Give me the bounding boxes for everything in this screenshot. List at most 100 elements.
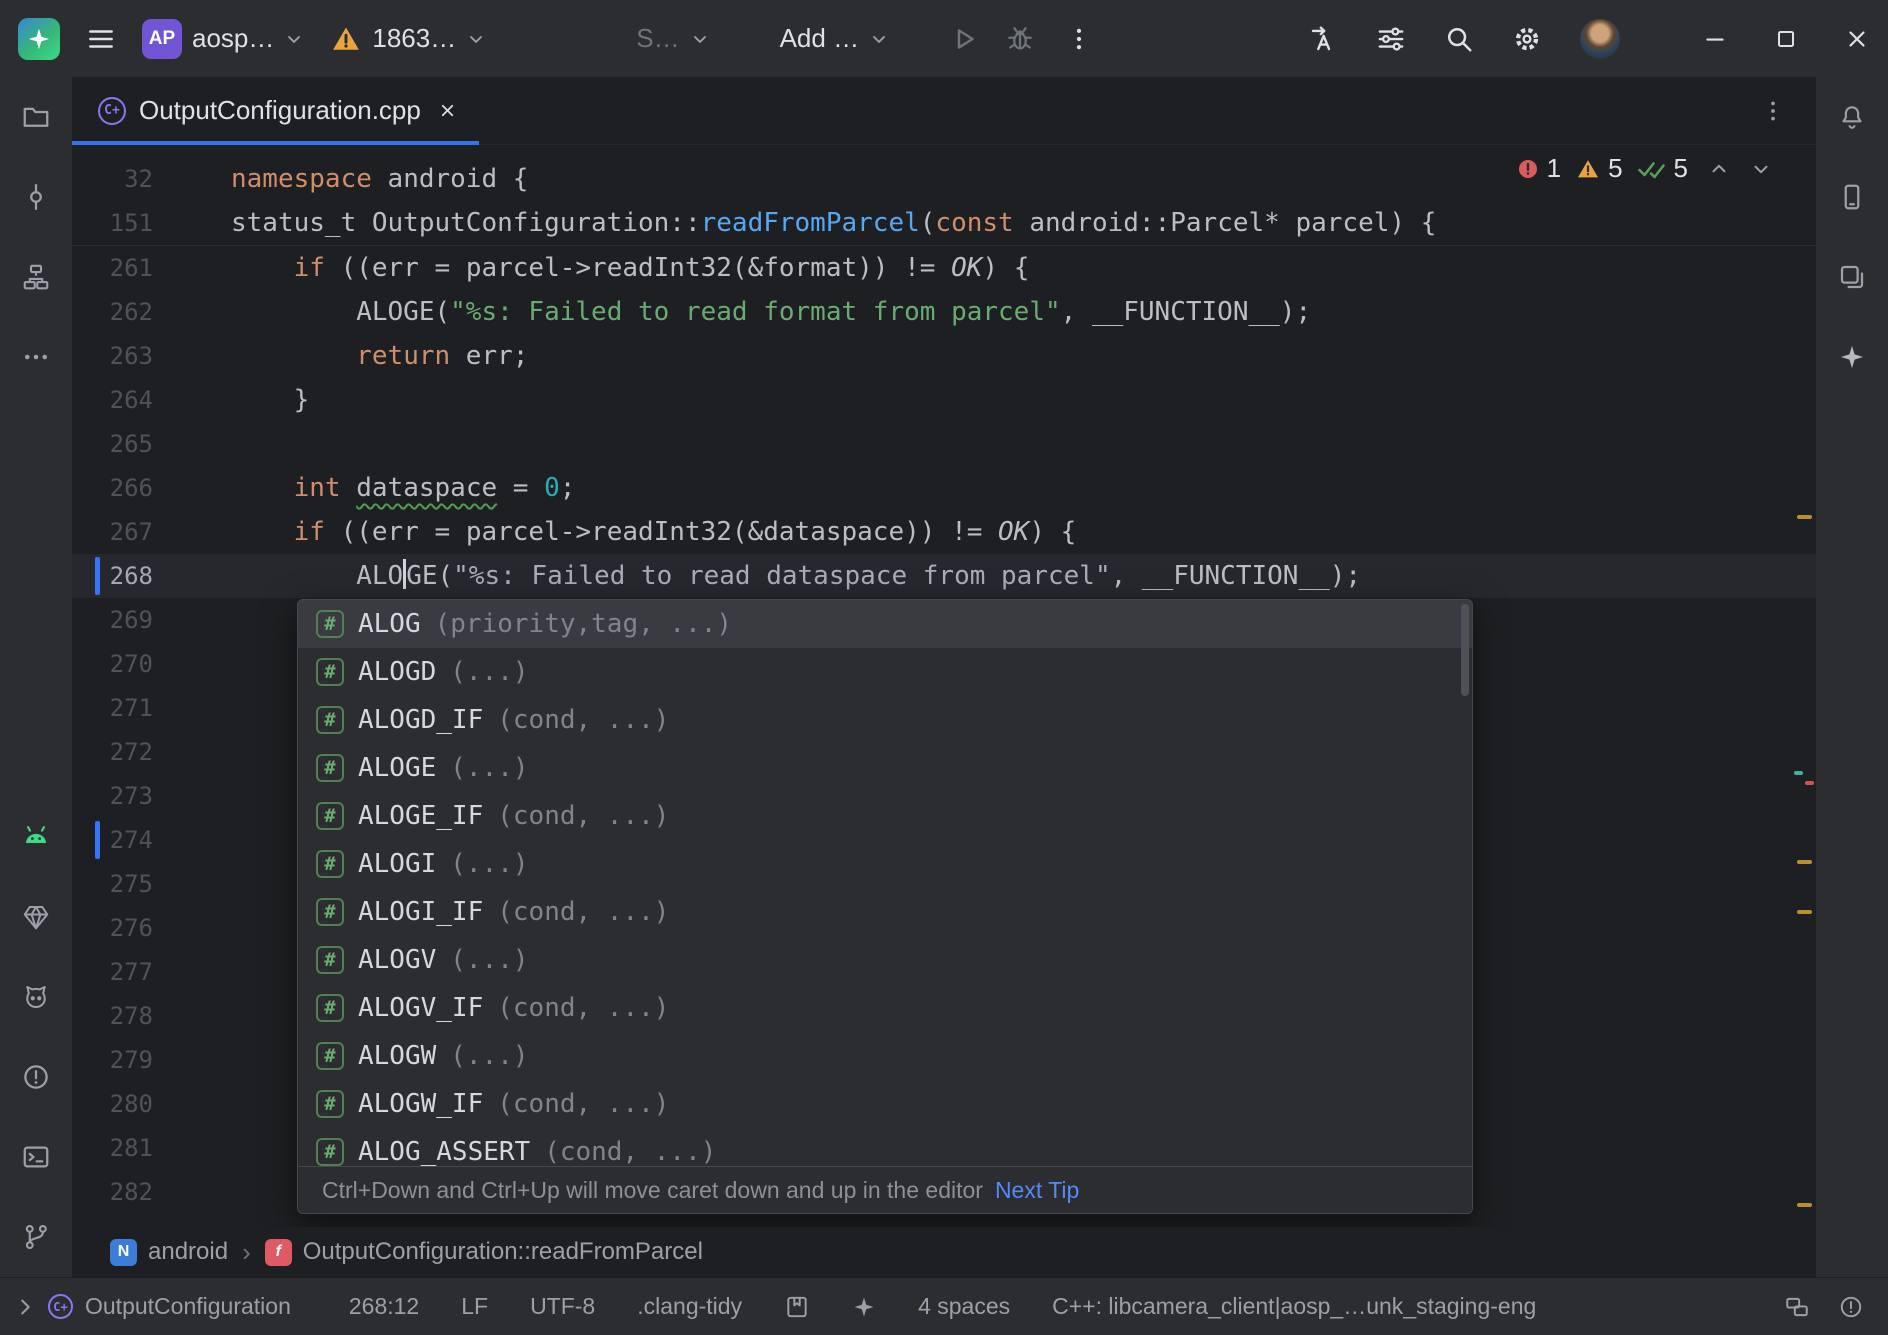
code-line-264[interactable]: 264 } — [72, 378, 1816, 422]
code-line-262[interactable]: 262 ALOGE("%s: Failed to read format fro… — [72, 290, 1816, 334]
code-line-268[interactable]: 268 ALOGE("%s: Failed to read dataspace … — [72, 554, 1816, 598]
gutter[interactable]: 268 — [72, 554, 200, 598]
analysis-mark-warning[interactable] — [1797, 1203, 1812, 1207]
gutter[interactable]: 272 — [72, 730, 200, 774]
vcs-change-marker[interactable] — [95, 821, 100, 859]
gutter[interactable]: 274 — [72, 818, 200, 862]
line-number[interactable]: 278 — [110, 1002, 153, 1030]
gutter[interactable]: 267 — [72, 510, 200, 554]
error-count-badge[interactable]: 1 — [1516, 153, 1561, 184]
code-line-267[interactable]: 267 if ((err = parcel->readInt32(&datasp… — [72, 510, 1816, 554]
passed-count-badge[interactable]: 5 — [1637, 153, 1688, 184]
code-text[interactable] — [200, 686, 231, 730]
analyzer-config[interactable]: .clang-tidy — [637, 1293, 742, 1320]
cat-icon[interactable] — [8, 965, 64, 1029]
next-problem-chevron-down-icon[interactable] — [1750, 158, 1772, 180]
tab-close-icon[interactable] — [438, 101, 457, 120]
problems-widget[interactable]: 1863… — [330, 23, 486, 54]
code-text[interactable] — [200, 994, 231, 1038]
code-text[interactable] — [200, 1082, 231, 1126]
minimize-icon[interactable] — [1702, 26, 1728, 52]
gutter[interactable]: 282 — [72, 1170, 200, 1214]
gutter[interactable]: 273 — [72, 774, 200, 818]
gutter[interactable]: 281 — [72, 1126, 200, 1170]
code-text[interactable] — [200, 774, 231, 818]
code-text[interactable]: ALOGE("%s: Failed to read dataspace from… — [200, 554, 1361, 598]
gutter[interactable]: 277 — [72, 950, 200, 994]
code-text[interactable]: ALOGE("%s: Failed to read format from pa… — [200, 290, 1311, 334]
completion-item-ALOGV[interactable]: #ALOGV(...) — [298, 936, 1472, 984]
line-number[interactable]: 269 — [110, 606, 153, 634]
chevron-right-icon[interactable] — [14, 1296, 36, 1318]
window-layout-icon[interactable] — [1784, 1294, 1810, 1320]
terminal-icon[interactable] — [8, 1125, 64, 1189]
completion-item-ALOGI_IF[interactable]: #ALOGI_IF(cond, ...) — [298, 888, 1472, 936]
line-number[interactable]: 282 — [110, 1178, 153, 1206]
code-editor[interactable]: 32namespace android {151status_t OutputC… — [72, 145, 1816, 1227]
ai-sparkle-icon[interactable] — [1824, 325, 1880, 389]
line-number[interactable]: 270 — [110, 650, 153, 678]
completion-item-ALOGD[interactable]: #ALOGD(...) — [298, 648, 1472, 696]
line-ending[interactable]: LF — [461, 1293, 488, 1320]
completion-item-ALOGI[interactable]: #ALOGI(...) — [298, 840, 1472, 888]
code-text[interactable] — [200, 862, 231, 906]
project-selector[interactable]: AP aosp… — [142, 19, 304, 59]
completion-item-ALOGD_IF[interactable]: #ALOGD_IF(cond, ...) — [298, 696, 1472, 744]
code-text[interactable]: status_t OutputConfiguration::readFromPa… — [200, 201, 1436, 245]
completion-item-ALOGW[interactable]: #ALOGW(...) — [298, 1032, 1472, 1080]
gutter[interactable]: 279 — [72, 1038, 200, 1082]
code-text[interactable]: int dataspace = 0; — [200, 466, 575, 510]
code-text[interactable] — [200, 950, 231, 994]
problems-icon[interactable] — [8, 1045, 64, 1109]
gutter[interactable]: 263 — [72, 334, 200, 378]
line-number[interactable]: 151 — [110, 209, 153, 237]
file-encoding[interactable]: UTF-8 — [530, 1293, 595, 1320]
gutter[interactable]: 32 — [72, 157, 200, 201]
breadcrumb-item[interactable]: Nandroid — [110, 1238, 228, 1266]
analysis-mark-warning[interactable] — [1797, 860, 1812, 864]
line-number[interactable]: 281 — [110, 1134, 153, 1162]
line-number[interactable]: 272 — [110, 738, 153, 766]
code-text[interactable] — [200, 1170, 231, 1214]
code-text[interactable] — [200, 730, 231, 774]
code-text[interactable]: if ((err = parcel->readInt32(&format)) !… — [200, 246, 1029, 290]
debug-icon[interactable] — [1005, 24, 1035, 54]
line-number[interactable]: 264 — [110, 386, 153, 414]
completion-item-ALOGV_IF[interactable]: #ALOGV_IF(cond, ...) — [298, 984, 1472, 1032]
maximize-icon[interactable] — [1774, 27, 1798, 51]
gutter[interactable]: 269 — [72, 598, 200, 642]
indent-setting[interactable]: 4 spaces — [918, 1293, 1010, 1320]
run-icon[interactable] — [949, 24, 979, 54]
line-number[interactable]: 32 — [124, 165, 153, 193]
line-number[interactable]: 280 — [110, 1090, 153, 1118]
android-icon[interactable] — [8, 805, 64, 869]
device-manager-icon[interactable] — [1824, 165, 1880, 229]
code-line-266[interactable]: 266 int dataspace = 0; — [72, 466, 1816, 510]
gutter[interactable]: 265 — [72, 422, 200, 466]
code-text[interactable] — [200, 818, 231, 862]
gutter[interactable]: 264 — [72, 378, 200, 422]
ai-sparkle-icon[interactable] — [852, 1295, 876, 1319]
code-text[interactable]: if ((err = parcel->readInt32(&dataspace)… — [200, 510, 1076, 554]
code-text[interactable] — [200, 906, 231, 950]
code-line-261[interactable]: 261 if ((err = parcel->readInt32(&format… — [72, 246, 1816, 290]
line-number[interactable]: 263 — [110, 342, 153, 370]
settings-sliders-icon[interactable] — [1376, 24, 1406, 54]
analysis-mark-warning[interactable] — [1797, 515, 1812, 519]
line-number[interactable]: 275 — [110, 870, 153, 898]
gutter[interactable]: 278 — [72, 994, 200, 1038]
line-number[interactable]: 271 — [110, 694, 153, 722]
code-line-265[interactable]: 265 — [72, 422, 1816, 466]
close-icon[interactable] — [1844, 26, 1870, 52]
completion-item-ALOG[interactable]: #ALOG(priority,tag, ...) — [298, 600, 1472, 648]
line-number[interactable]: 274 — [110, 826, 153, 854]
line-number[interactable]: 273 — [110, 782, 153, 810]
toolchain-info[interactable]: C++: libcamera_client|aosp_…unk_staging-… — [1052, 1293, 1536, 1320]
gutter[interactable]: 271 — [72, 686, 200, 730]
code-text[interactable]: } — [200, 378, 309, 422]
line-number[interactable]: 277 — [110, 958, 153, 986]
gutter[interactable]: 262 — [72, 290, 200, 334]
code-text[interactable] — [200, 1038, 231, 1082]
more-vertical-icon[interactable] — [1065, 25, 1093, 53]
code-text[interactable] — [200, 598, 231, 642]
